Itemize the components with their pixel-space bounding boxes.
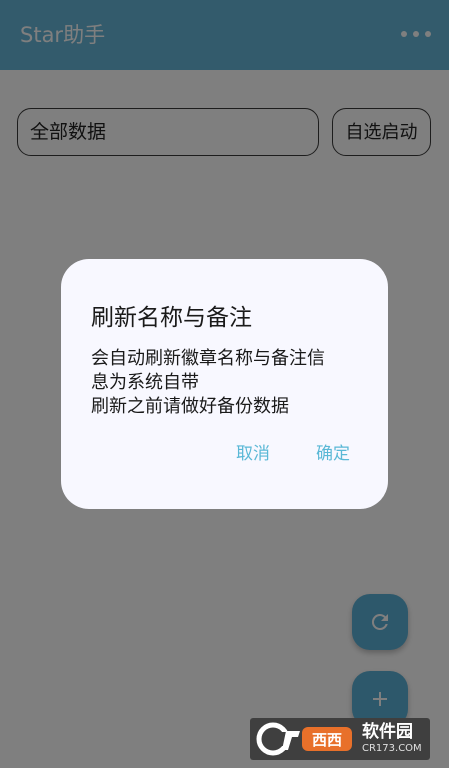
dialog-message-line: 会自动刷新徽章名称与备注信: [91, 348, 325, 369]
refresh-dialog: 刷新名称与备注 会自动刷新徽章名称与备注信 息为系统自带 刷新之前请做好备份数据…: [61, 259, 388, 509]
confirm-button[interactable]: 确定: [316, 442, 350, 466]
dialog-message-line: 息为系统自带: [91, 372, 199, 393]
site-watermark: 西西 软件园 CR173.COM: [250, 718, 430, 760]
cancel-button[interactable]: 取消: [236, 442, 270, 466]
dialog-message: 会自动刷新徽章名称与备注信 息为系统自带 刷新之前请做好备份数据: [91, 347, 361, 419]
svg-text:西西: 西西: [312, 731, 342, 749]
watermark-logo: 西西: [256, 722, 352, 756]
watermark-site-name: 软件园: [362, 722, 413, 742]
dialog-message-line: 刷新之前请做好备份数据: [91, 396, 289, 417]
app-screen: Star助手 全部数据 自选启动 刷新名称与备注 会自动刷新徽章名称与备注信 息…: [0, 0, 449, 768]
watermark-url: CR173.COM: [362, 743, 422, 754]
dialog-title: 刷新名称与备注: [91, 305, 252, 331]
